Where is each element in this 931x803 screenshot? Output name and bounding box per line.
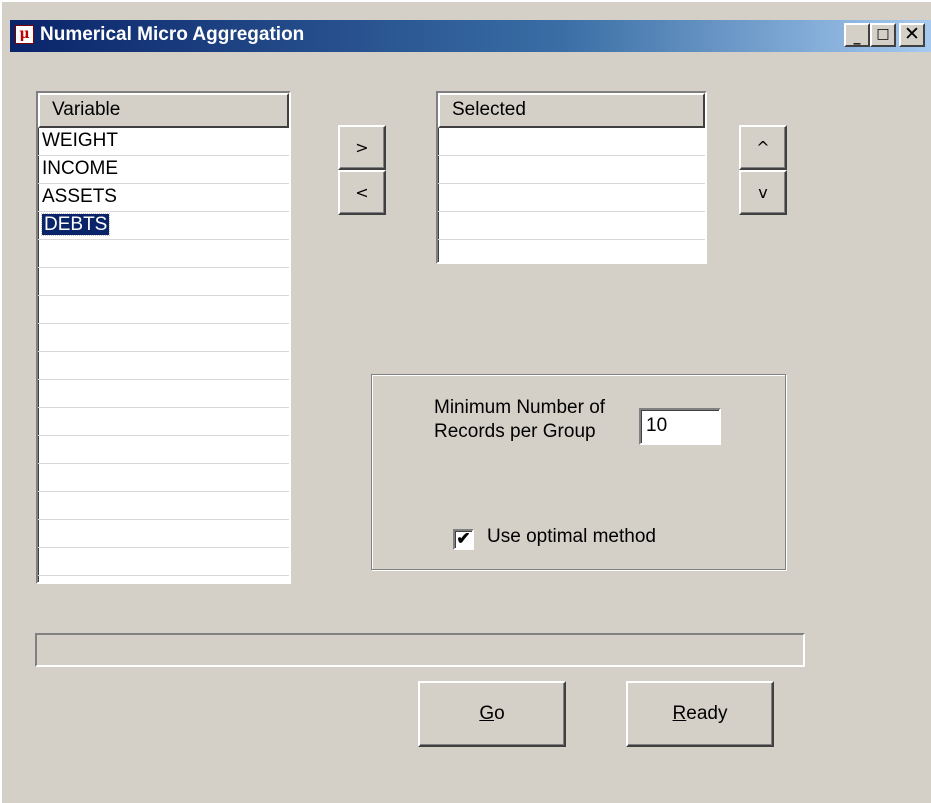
- empty-list-row: [438, 156, 705, 184]
- empty-list-row: [38, 548, 289, 576]
- micro-aggregation-window: μ Numerical Micro Aggregation _ □ ✕ Vari…: [0, 0, 931, 803]
- empty-list-row: [438, 240, 705, 262]
- optimal-method-checkbox[interactable]: ✔: [453, 529, 474, 550]
- checkmark-icon: ✔: [456, 529, 471, 548]
- ready-button[interactable]: Ready: [626, 681, 774, 747]
- min-records-label: Minimum Number of Records per Group: [434, 397, 606, 442]
- empty-list-row: [38, 240, 289, 268]
- empty-list-row: [438, 128, 705, 156]
- ready-mnemonic: R: [672, 703, 687, 724]
- move-down-button[interactable]: v: [739, 170, 787, 215]
- empty-list-row: [38, 324, 289, 352]
- empty-list-row: [38, 380, 289, 408]
- empty-list-row: [38, 268, 289, 296]
- down-arrow-icon: v: [758, 183, 768, 202]
- up-arrow-icon: ^: [756, 138, 770, 157]
- variable-item-label: DEBTS: [40, 213, 111, 236]
- minimize-button[interactable]: _: [844, 23, 870, 47]
- go-button[interactable]: Go: [418, 681, 566, 747]
- variable-item-label: ASSETS: [42, 186, 117, 207]
- selected-rows: [438, 128, 705, 262]
- close-button[interactable]: ✕: [899, 23, 925, 47]
- title-bar[interactable]: μ Numerical Micro Aggregation _ □ ✕: [10, 20, 931, 52]
- variable-rows: WEIGHT INCOME ASSETS DEBTS: [38, 128, 289, 576]
- empty-list-row: [38, 352, 289, 380]
- min-records-input[interactable]: 10: [639, 408, 721, 445]
- variable-list-item[interactable]: DEBTS: [38, 212, 289, 240]
- remove-arrow-icon: <: [355, 183, 369, 202]
- progress-bar: [35, 633, 805, 667]
- variable-list[interactable]: Variable WEIGHT INCOME ASSETS DEBTS: [36, 91, 291, 584]
- empty-list-row: [38, 436, 289, 464]
- variable-item-label: INCOME: [42, 158, 118, 179]
- maximize-button[interactable]: □: [870, 23, 896, 47]
- empty-list-row: [438, 184, 705, 212]
- empty-list-row: [38, 408, 289, 436]
- empty-list-row: [438, 212, 705, 240]
- app-icon[interactable]: μ: [15, 25, 34, 44]
- variable-column-header[interactable]: Variable: [38, 93, 289, 128]
- empty-list-row: [38, 520, 289, 548]
- add-arrow-icon: >: [355, 138, 369, 157]
- selected-column-header[interactable]: Selected: [438, 93, 705, 128]
- empty-list-row: [38, 492, 289, 520]
- ready-label: eady: [686, 703, 728, 724]
- variable-item-label: WEIGHT: [42, 130, 118, 151]
- selected-list[interactable]: Selected: [436, 91, 707, 264]
- variable-list-item[interactable]: INCOME: [38, 156, 289, 184]
- window-title: Numerical Micro Aggregation: [40, 24, 305, 45]
- empty-list-row: [38, 464, 289, 492]
- move-up-button[interactable]: ^: [739, 125, 787, 170]
- variable-list-item[interactable]: ASSETS: [38, 184, 289, 212]
- go-label: o: [494, 703, 505, 724]
- optimal-method-label[interactable]: Use optimal method: [487, 524, 656, 550]
- add-variable-button[interactable]: >: [338, 125, 386, 170]
- remove-variable-button[interactable]: <: [338, 170, 386, 215]
- empty-list-row: [38, 296, 289, 324]
- variable-list-item[interactable]: WEIGHT: [38, 128, 289, 156]
- go-mnemonic: G: [479, 703, 495, 724]
